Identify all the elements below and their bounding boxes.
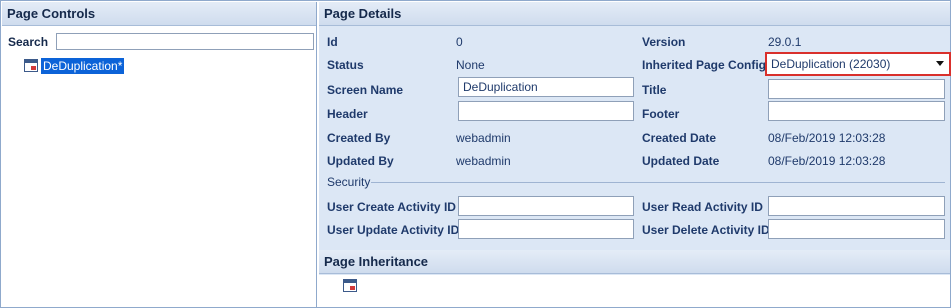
security-divider: [371, 182, 945, 183]
inherited-config-highlight: DeDuplication (22030): [765, 52, 951, 76]
created-date-value: 08/Feb/2019 12:03:28: [768, 131, 886, 145]
screen-name-label: Screen Name: [327, 83, 404, 97]
status-label: Status: [327, 58, 364, 72]
page-config-icon: [24, 59, 38, 72]
search-label: Search: [8, 35, 49, 49]
update-activity-label: User Update Activity ID: [327, 223, 460, 237]
updated-date-value: 08/Feb/2019 12:03:28: [768, 154, 886, 168]
title-input[interactable]: [768, 79, 945, 99]
search-input[interactable]: [56, 33, 314, 50]
created-date-label: Created Date: [642, 131, 717, 145]
inherited-config-label: Inherited Page Config: [642, 58, 767, 72]
create-activity-input[interactable]: [458, 196, 634, 216]
read-activity-input[interactable]: [768, 196, 945, 216]
search-row: Search: [2, 32, 317, 52]
details-form: Id 0 Version 29.0.1 Status None Inherite…: [319, 27, 951, 246]
title-label: Title: [642, 83, 667, 97]
header-label: Header: [327, 107, 368, 121]
updated-by-value: webadmin: [456, 154, 511, 168]
id-label: Id: [327, 35, 338, 49]
update-activity-input[interactable]: [458, 219, 634, 239]
page-controls-title: Page Controls: [2, 2, 316, 26]
tree-item-deduplication[interactable]: DeDuplication*: [24, 57, 125, 74]
page-details-panel: Page Details Id 0 Version 29.0.1 Status …: [319, 2, 951, 307]
delete-activity-input[interactable]: [768, 219, 945, 239]
create-activity-label: User Create Activity ID: [327, 200, 456, 214]
dropdown-arrow-icon[interactable]: [936, 61, 944, 66]
delete-activity-label: User Delete Activity ID: [642, 223, 770, 237]
created-by-value: webadmin: [456, 131, 511, 145]
tree-item-label: DeDuplication*: [41, 57, 125, 74]
page-details-title: Page Details: [319, 2, 950, 26]
read-activity-label: User Read Activity ID: [642, 200, 763, 214]
created-by-label: Created By: [327, 131, 391, 145]
footer-input[interactable]: [768, 101, 945, 121]
page-config-icon[interactable]: [343, 279, 357, 292]
footer-label: Footer: [642, 107, 680, 121]
inherited-config-value: DeDuplication (22030): [771, 57, 891, 71]
page-inheritance-title: Page Inheritance: [319, 250, 950, 274]
id-value: 0: [456, 35, 463, 49]
inherited-config-select[interactable]: DeDuplication (22030): [768, 55, 948, 73]
header-input[interactable]: [458, 101, 634, 121]
status-value: None: [456, 58, 485, 72]
version-value: 29.0.1: [768, 35, 802, 49]
updated-by-label: Updated By: [327, 154, 394, 168]
updated-date-label: Updated Date: [642, 154, 720, 168]
screen-name-input[interactable]: [458, 77, 634, 97]
page-inheritance-body: [319, 275, 950, 307]
version-label: Version: [642, 35, 686, 49]
window-frame: Page Controls Search DeDuplication* Page…: [0, 0, 951, 308]
page-controls-panel: Page Controls Search DeDuplication*: [2, 2, 317, 307]
security-section-title: Security: [327, 175, 371, 189]
